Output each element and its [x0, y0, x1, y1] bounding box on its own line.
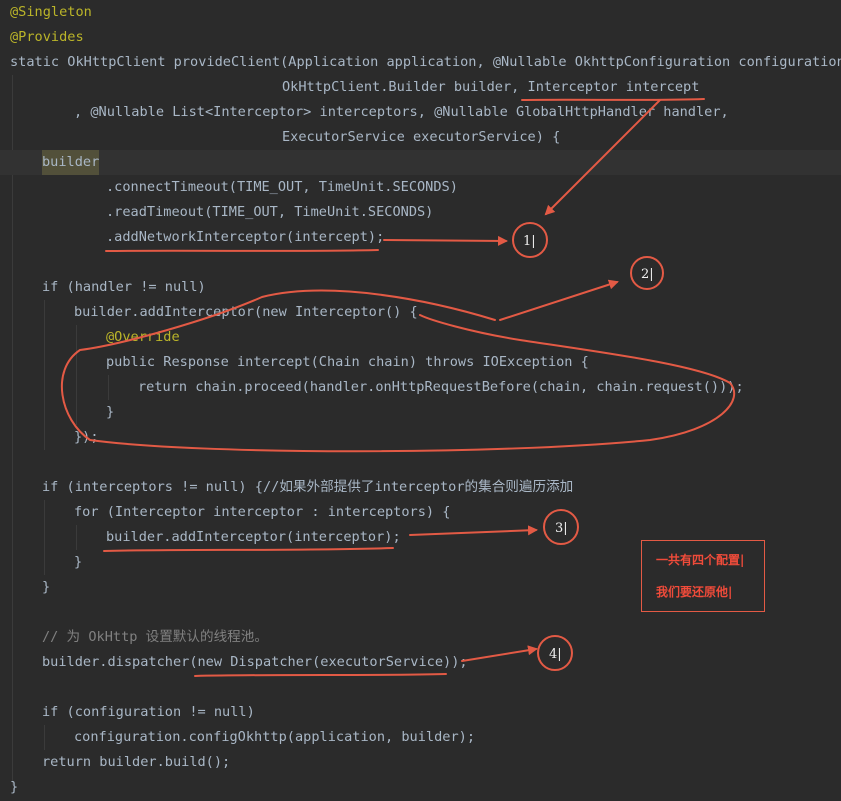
code-line-16: return chain.proceed(handler.onHttpReque…: [0, 375, 841, 400]
annotation-provides: @Provides: [10, 29, 84, 45]
code-line-18: });: [0, 425, 841, 450]
override-annotation: @Override: [106, 329, 180, 345]
code-line-15: public Response intercept(Chain chain) t…: [0, 350, 841, 375]
method-signature: static OkHttpClient provideClient(Applic…: [10, 54, 841, 70]
intercept-method: public Response intercept(Chain chain) t…: [106, 354, 589, 370]
close-brace: }: [42, 579, 51, 595]
close-brace: }: [106, 404, 115, 420]
param-interceptors-handler: , @Nullable List<Interceptor> intercepto…: [74, 104, 729, 120]
code-line-1: @Singleton: [0, 0, 841, 25]
if-configuration: if (configuration != null): [42, 704, 255, 720]
read-timeout-call: .readTimeout(TIME_OUT, TimeUnit.SECONDS): [106, 204, 434, 220]
code-line-5: , @Nullable List<Interceptor> intercepto…: [0, 100, 841, 125]
code-line-7: builder: [0, 150, 841, 175]
thread-pool-comment: // 为 OkHttp 设置默认的线程池。: [42, 629, 268, 645]
for-interceptor: for (Interceptor interceptor : intercept…: [74, 504, 451, 520]
code-line-3: static OkHttpClient provideClient(Applic…: [0, 50, 841, 75]
close-method: }: [10, 779, 19, 795]
if-handler: if (handler != null): [42, 279, 206, 295]
add-interceptor-loop: builder.addInterceptor(interceptor);: [106, 529, 401, 545]
return-proceed: return chain.proceed(handler.onHttpReque…: [138, 379, 744, 395]
note-line-1: 一共有四个配置|: [656, 553, 745, 567]
code-line-27: builder.dispatcher(new Dispatcher(execut…: [0, 650, 841, 675]
return-build: return builder.build();: [42, 754, 231, 770]
code-line-9: .readTimeout(TIME_OUT, TimeUnit.SECONDS): [0, 200, 841, 225]
code-line-31: return builder.build();: [0, 750, 841, 775]
add-network-interceptor-call: .addNetworkInterceptor(intercept);: [106, 229, 385, 245]
annotation-singleton: @Singleton: [10, 4, 92, 20]
code-line-21: for (Interceptor interceptor : intercept…: [0, 500, 841, 525]
code-editor[interactable]: @Singleton @Provides static OkHttpClient…: [0, 0, 841, 801]
connect-timeout-call: .connectTimeout(TIME_OUT, TimeUnit.SECON…: [106, 179, 458, 195]
code-line-6: ExecutorService executorService) {: [0, 125, 841, 150]
code-line-2: @Provides: [0, 25, 841, 50]
code-line-13: builder.addInterceptor(new Interceptor()…: [0, 300, 841, 325]
code-line-17: }: [0, 400, 841, 425]
code-line-32: }: [0, 775, 841, 800]
dispatcher-call: builder.dispatcher(new Dispatcher(execut…: [42, 654, 468, 670]
code-line-30: configuration.configOkhttp(application, …: [0, 725, 841, 750]
code-line-20: if (interceptors != null) {//如果外部提供了inte…: [0, 475, 841, 500]
code-line-10: .addNetworkInterceptor(intercept);: [0, 225, 841, 250]
add-interceptor-anon: builder.addInterceptor(new Interceptor()…: [74, 304, 418, 320]
code-line-14: @Override: [0, 325, 841, 350]
code-line-8: .connectTimeout(TIME_OUT, TimeUnit.SECON…: [0, 175, 841, 200]
close-anon: });: [74, 429, 99, 445]
config-okhttp-call: configuration.configOkhttp(application, …: [74, 729, 476, 745]
code-line-12: if (handler != null): [0, 275, 841, 300]
code-line-26: // 为 OkHttp 设置默认的线程池。: [0, 625, 841, 650]
builder-var: builder: [42, 150, 100, 175]
code-line-4: OkHttpClient.Builder builder, Intercepto…: [0, 75, 841, 100]
param-executor: ExecutorService executorService) {: [282, 129, 561, 145]
param-builder-intercept: OkHttpClient.Builder builder, Intercepto…: [282, 79, 700, 95]
code-line-29: if (configuration != null): [0, 700, 841, 725]
if-interceptors: if (interceptors != null) {//如果外部提供了inte…: [42, 479, 574, 495]
annotation-note-box: 一共有四个配置| 我们要还原他|: [641, 540, 765, 612]
close-brace: }: [74, 554, 83, 570]
note-line-2: 我们要还原他|: [656, 585, 733, 599]
